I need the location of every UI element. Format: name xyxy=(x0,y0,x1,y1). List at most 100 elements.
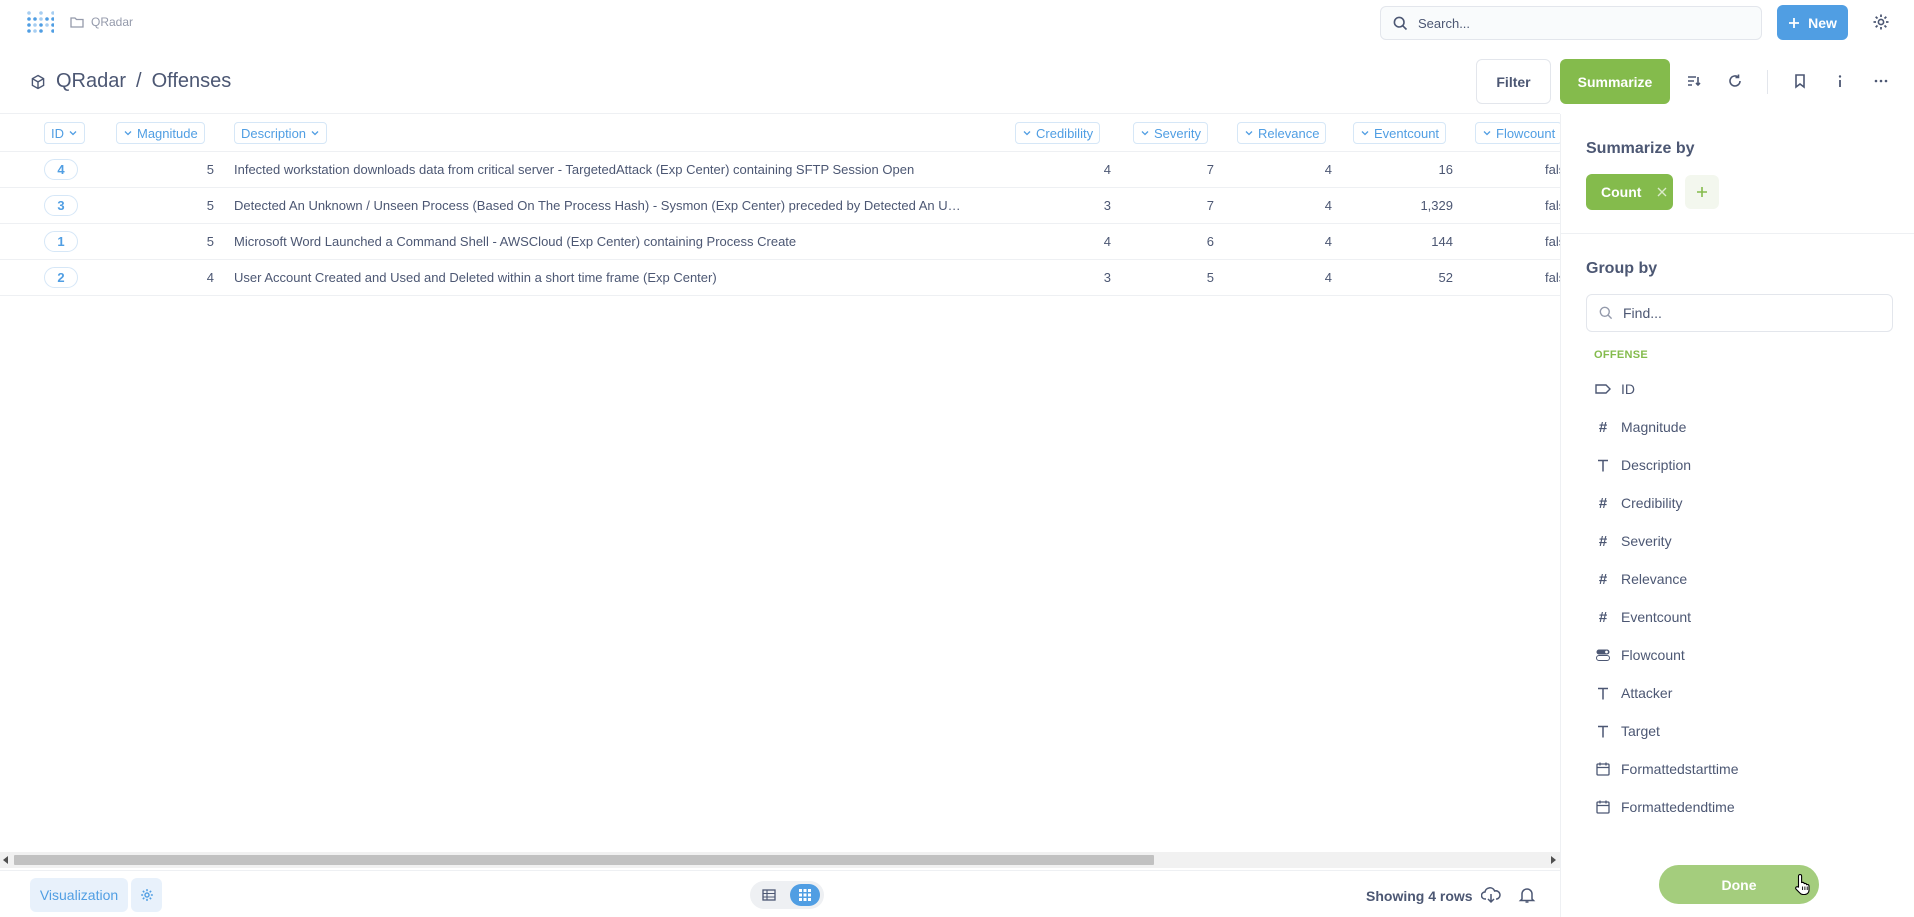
row-id-link[interactable]: 4 xyxy=(44,159,78,180)
row-id-link[interactable]: 1 xyxy=(44,231,78,252)
toggle-icon xyxy=(1595,647,1611,663)
remove-metric-close-icon[interactable] xyxy=(1657,187,1667,197)
collection-link[interactable]: QRadar xyxy=(56,70,126,93)
table-chart-toggle[interactable] xyxy=(750,881,824,909)
tag-icon xyxy=(1595,381,1611,397)
summarize-sidebar: Summarize by Count Group by OFFENSE ID #… xyxy=(1560,114,1914,917)
scrollbar-thumb[interactable] xyxy=(14,855,1154,865)
hash-icon: # xyxy=(1598,570,1608,588)
column-header-label: Flowcount xyxy=(1496,125,1556,141)
table-row: 4 5 Infected workstation downloads data … xyxy=(0,152,1560,188)
results-table: ID Magnitude Description Credibility Sev… xyxy=(0,114,1560,850)
field-label: Severity xyxy=(1621,533,1672,549)
calendar-icon xyxy=(1595,761,1611,777)
metabase-logo-icon[interactable] xyxy=(26,10,54,36)
summarize-button[interactable]: Summarize xyxy=(1560,59,1670,104)
cell-relevance: 4 xyxy=(1324,270,1332,285)
table-name[interactable]: Offenses xyxy=(152,70,232,93)
search-input[interactable]: Search... xyxy=(1380,6,1762,40)
column-header-eventcount[interactable]: Eventcount xyxy=(1353,122,1447,144)
group-field-flowcount[interactable]: Flowcount xyxy=(1586,638,1896,672)
hash-icon: # xyxy=(1598,532,1608,550)
field-label: Attacker xyxy=(1621,685,1673,701)
cell-severity: 7 xyxy=(1206,162,1214,177)
row-id-link[interactable]: 2 xyxy=(44,267,78,288)
chevron-down-icon xyxy=(1023,131,1031,136)
cell-eventcount: 52 xyxy=(1438,270,1453,285)
page-title: QRadar / Offenses xyxy=(30,70,231,93)
group-field-relevance[interactable]: # Relevance xyxy=(1586,562,1896,596)
group-field-magnitude[interactable]: # Magnitude xyxy=(1586,410,1896,444)
cell-magnitude: 5 xyxy=(206,162,214,177)
header-divider xyxy=(1767,70,1768,94)
scroll-right-arrow-icon[interactable] xyxy=(1550,856,1556,864)
cell-severity: 7 xyxy=(1206,198,1214,213)
group-field-id[interactable]: ID xyxy=(1586,372,1896,406)
cell-flowcount: fals xyxy=(1545,270,1560,285)
more-options-icon[interactable] xyxy=(1873,73,1889,89)
row-id-link[interactable]: 3 xyxy=(44,195,78,216)
cell-credibility: 3 xyxy=(1103,198,1111,213)
gear-icon xyxy=(140,888,154,902)
find-field-search[interactable] xyxy=(1586,294,1893,332)
grid-icon xyxy=(799,889,811,901)
group-field-formattedendtime[interactable]: Formattedendtime xyxy=(1586,790,1896,824)
field-label: Relevance xyxy=(1621,571,1688,587)
new-button[interactable]: New xyxy=(1777,5,1848,40)
cell-credibility: 3 xyxy=(1103,270,1111,285)
group-field-credibility[interactable]: # Credibility xyxy=(1586,486,1896,520)
column-header-label: Eventcount xyxy=(1374,125,1440,141)
scroll-left-arrow-icon[interactable] xyxy=(3,856,9,864)
group-by-title: Group by xyxy=(1586,260,1658,277)
group-field-formattedstarttime[interactable]: Formattedstarttime xyxy=(1586,752,1896,786)
column-header-label: Severity xyxy=(1154,125,1201,141)
column-header-id[interactable]: ID xyxy=(44,122,85,144)
metric-label: Count xyxy=(1601,184,1642,200)
hash-icon: # xyxy=(1598,494,1608,512)
cell-flowcount: fals xyxy=(1545,198,1560,213)
group-field-severity[interactable]: # Severity xyxy=(1586,524,1896,558)
settings-gear-icon[interactable] xyxy=(1872,13,1890,31)
column-header-relevance[interactable]: Relevance xyxy=(1237,122,1327,144)
download-icon[interactable] xyxy=(1481,886,1501,904)
refresh-icon[interactable] xyxy=(1727,73,1743,89)
cell-credibility: 4 xyxy=(1103,234,1111,249)
hand-pointer-cursor-icon xyxy=(1794,873,1812,895)
cell-eventcount: 16 xyxy=(1438,162,1453,177)
group-field-target[interactable]: Target xyxy=(1586,714,1896,748)
horizontal-scrollbar[interactable] xyxy=(0,852,1560,868)
table-cube-icon xyxy=(30,74,46,90)
group-field-description[interactable]: Description xyxy=(1586,448,1896,482)
field-label: Description xyxy=(1621,457,1692,473)
info-icon[interactable] xyxy=(1832,73,1848,89)
visualization-button[interactable]: Visualization xyxy=(30,878,128,912)
cell-magnitude: 5 xyxy=(206,198,214,213)
plus-icon xyxy=(1788,17,1800,29)
bookmark-icon[interactable] xyxy=(1792,73,1808,89)
chevron-down-icon xyxy=(124,131,132,136)
column-header-description[interactable]: Description xyxy=(234,122,328,144)
column-header-severity[interactable]: Severity xyxy=(1133,122,1208,144)
grid-view-toggle[interactable] xyxy=(790,884,820,906)
search-icon xyxy=(1599,306,1613,320)
column-header-label: Relevance xyxy=(1258,125,1320,141)
row-count-label: Showing 4 rows xyxy=(1366,888,1473,904)
visualization-settings-button[interactable] xyxy=(131,878,162,912)
metric-count-pill[interactable]: Count xyxy=(1586,174,1673,210)
column-header-flowcount[interactable]: Flowcount xyxy=(1475,122,1560,144)
panel-divider xyxy=(1561,233,1914,234)
bell-icon[interactable] xyxy=(1518,886,1536,904)
column-header-magnitude[interactable]: Magnitude xyxy=(116,122,205,144)
add-metric-button[interactable] xyxy=(1685,175,1719,209)
table-row: 2 4 User Account Created and Used and De… xyxy=(0,260,1560,296)
editor-notebook-icon[interactable] xyxy=(1686,73,1702,89)
collection-breadcrumb[interactable]: QRadar xyxy=(70,15,133,29)
group-field-attacker[interactable]: Attacker xyxy=(1586,676,1896,710)
find-input[interactable] xyxy=(1623,305,1863,321)
filter-button[interactable]: Filter xyxy=(1476,59,1551,104)
table-view-toggle[interactable] xyxy=(754,884,784,906)
field-label: Flowcount xyxy=(1621,647,1685,663)
column-header-credibility[interactable]: Credibility xyxy=(1015,122,1101,144)
cell-eventcount: 144 xyxy=(1431,234,1453,249)
group-field-eventcount[interactable]: # Eventcount xyxy=(1586,600,1896,634)
